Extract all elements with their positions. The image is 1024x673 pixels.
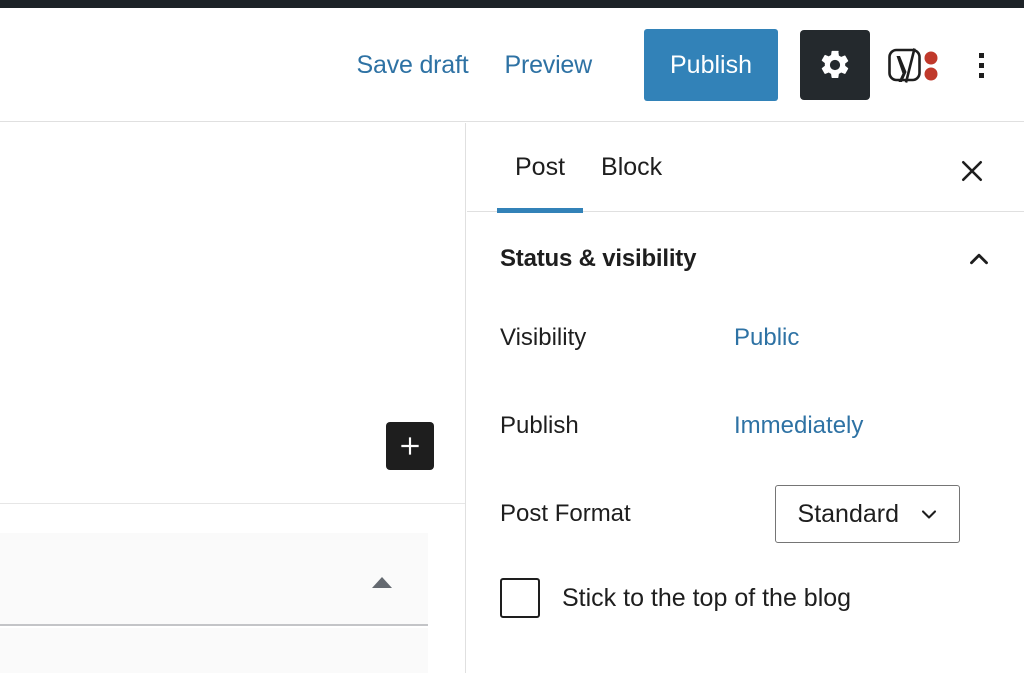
post-format-select-wrap: Standard	[734, 485, 991, 543]
visibility-label: Visibility	[500, 324, 587, 351]
editor-window: Save draft Preview Publish Post Block St…	[0, 0, 1024, 673]
preview-button[interactable]: Preview	[486, 41, 610, 90]
close-sidebar-button[interactable]	[948, 147, 996, 195]
wp-admin-bar	[0, 0, 1024, 8]
yoast-seo-button[interactable]	[882, 34, 944, 96]
tab-block[interactable]: Block	[583, 123, 680, 212]
visibility-value-button[interactable]: Public	[734, 324, 799, 352]
more-options-button[interactable]	[954, 35, 1008, 95]
editor-header-toolbar: Save draft Preview Publish	[0, 8, 1024, 122]
plus-icon	[397, 433, 423, 459]
save-draft-button[interactable]: Save draft	[339, 41, 487, 90]
publish-date-button[interactable]: Immediately	[734, 412, 863, 440]
kebab-menu-icon	[978, 52, 984, 78]
sticky-post-checkbox[interactable]	[500, 578, 540, 618]
panel-title: Status & visibility	[500, 245, 697, 272]
sticky-post-row[interactable]: Stick to the top of the blog	[500, 558, 991, 618]
editor-block-panel[interactable]	[0, 533, 428, 626]
sidebar-tabs: Post Block	[467, 123, 1024, 213]
publish-button[interactable]: Publish	[644, 29, 778, 101]
status-visibility-panel-body: Visibility Public Publish Immediately Po…	[467, 294, 1024, 618]
status-visibility-panel-header[interactable]: Status & visibility	[467, 212, 1024, 294]
settings-sidebar: Post Block Status & visibility Visibilit…	[467, 123, 1024, 673]
gear-icon	[818, 48, 852, 82]
post-format-label: Post Format	[500, 500, 631, 527]
triangle-up-icon[interactable]	[372, 577, 392, 588]
publish-label: Publish	[500, 412, 579, 439]
yoast-seo-icon	[887, 45, 939, 85]
row-publish-date: Publish Immediately	[500, 382, 991, 470]
row-post-format: Post Format Standard	[500, 470, 991, 558]
close-icon	[957, 156, 987, 186]
post-format-select[interactable]: Standard	[774, 485, 960, 543]
settings-button[interactable]	[800, 30, 870, 100]
block-inserter-button[interactable]	[386, 422, 434, 470]
row-visibility: Visibility Public	[500, 294, 991, 382]
chevron-down-icon	[917, 502, 941, 526]
sticky-post-label: Stick to the top of the blog	[562, 583, 852, 612]
chevron-up-icon[interactable]	[964, 244, 994, 274]
editor-canvas[interactable]	[0, 123, 466, 673]
editor-block-panel-secondary[interactable]	[0, 628, 428, 673]
post-format-value: Standard	[797, 499, 899, 528]
tab-post[interactable]: Post	[497, 123, 584, 213]
header-actions: Save draft Preview Publish	[339, 8, 1024, 122]
